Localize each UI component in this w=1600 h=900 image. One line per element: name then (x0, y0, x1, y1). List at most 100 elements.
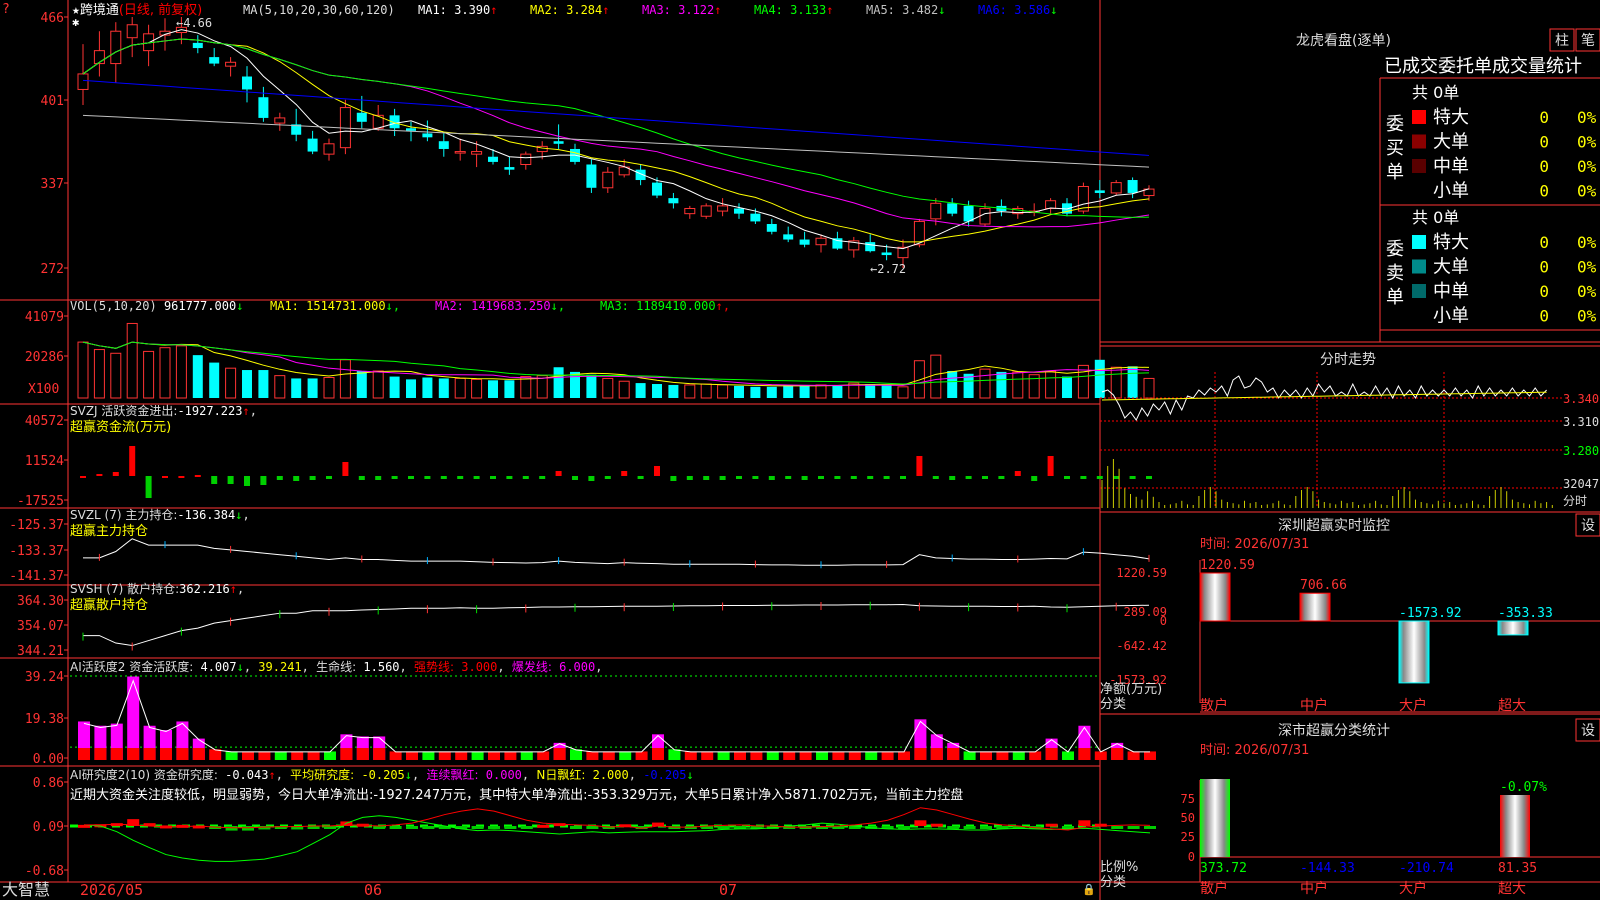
fund-flow-bar (457, 476, 464, 479)
net-amount-label: 1220.59 (1200, 558, 1255, 573)
candle-down (488, 156, 498, 162)
net-amount-label: 706.66 (1300, 578, 1347, 593)
research-bar (1045, 823, 1058, 827)
candle-up (93, 50, 105, 65)
ma-legend-item: MA5: 3.482↓ (866, 3, 945, 17)
volume-bar-up (126, 322, 138, 399)
realtime-monitor-panel[interactable]: 深圳超赢实时监控 设 时间: 2026/07/31 1220.59289.090… (1100, 513, 1600, 714)
fund-flow-bar (145, 476, 152, 498)
net-amount-bar (1398, 620, 1430, 684)
ma-line (82, 38, 1150, 218)
volume-bar-down (438, 378, 449, 398)
volume-bar-up (274, 375, 286, 399)
activity-bar-base (356, 748, 369, 760)
activity-bar (438, 751, 451, 760)
y-tick-label: 0.09 (33, 820, 64, 835)
candle-up (684, 207, 696, 215)
intraday-panel[interactable]: 分时走势 3.340 3.310 3.280 32047 分时 (1100, 352, 1599, 508)
fund-flow-bar (801, 476, 808, 480)
volume-legend-item: MA1: 1514731.000↓, (270, 299, 400, 313)
side-label: 卖 (1386, 263, 1404, 284)
date-label-2: 06 (364, 881, 382, 899)
volume-bar-up (520, 376, 532, 399)
volume-bar-down (668, 384, 679, 398)
activity-bar (996, 751, 1009, 760)
side-label: 委 (1386, 239, 1404, 260)
class-settings-label: 设 (1581, 723, 1595, 739)
volume-bar-down (389, 376, 400, 398)
y-tick-label: 354.07 (17, 619, 64, 634)
fund-flow-bar (309, 476, 316, 480)
fund-flow-panel[interactable]: SVZJ 活跃资金进出:-1927.223↑, 超赢资金流(万元) (70, 403, 1152, 498)
activity-bar (291, 751, 304, 760)
volume-panel[interactable]: VOL(5,10,20) 961777.000↓ MA1: 1514731.00… (28, 299, 1155, 399)
candle-down (242, 76, 252, 90)
side-label: 买 (1386, 138, 1404, 159)
y-tick-label: -141.37 (9, 569, 64, 584)
date-label-3: 07 (719, 881, 737, 899)
order-category: 小单 (1433, 306, 1469, 327)
price-chart-panel[interactable]: ★跨境通(日线, 前复权) ✱ MA(5,10,20,30,60,120) MA… (72, 2, 1155, 276)
order-color-swatch (1412, 284, 1426, 298)
volume-bar-up (684, 384, 696, 399)
ma-legend-item: MA3: 3.122↑ (642, 3, 721, 17)
fund-flow-bar (178, 476, 185, 478)
fund-flow-bar (604, 476, 611, 479)
date-axis: 大智慧 2026/05 06 07 🔒 (2, 880, 1096, 899)
order-category: 大单 (1433, 132, 1469, 153)
vol-unit: X100 (28, 382, 59, 397)
monitor-title: 深圳超赢实时监控 (1278, 517, 1390, 534)
volume-bar-down (553, 367, 564, 398)
candle-down (652, 182, 662, 196)
volume-bar-up (454, 377, 466, 399)
ai-activity-panel[interactable]: AI活跃度2 资金活跃度: 4.007↓, 39.241, 生命线: 1.560… (70, 659, 1156, 760)
fund-flow-bar (916, 456, 923, 476)
column-view-label: 柱 (1555, 33, 1569, 49)
research-summary: 近期大资金关注度较低，明显弱势，今日大单净流出:-1927.247万元，其中特大… (70, 787, 963, 803)
candle-up (520, 153, 532, 165)
category-label: 超大 (1498, 881, 1526, 897)
retail-holding-panel[interactable]: SVSH (7) 散户持仓:362.216↑, 超赢散户持仓 (70, 581, 1150, 651)
candle-up (602, 171, 614, 189)
research-bar (242, 826, 254, 831)
activity-bar (307, 751, 320, 760)
class-x-label: 分类 (1100, 875, 1126, 890)
ma-line (82, 38, 1150, 228)
volume-bar-down (1127, 366, 1138, 398)
activity-bar (963, 751, 976, 760)
main-holding-panel[interactable]: SVZL (7) 主力持仓:-136.384↓, 超赢主力持仓 (70, 507, 1150, 569)
net-amount-label: -1573.92 (1399, 606, 1462, 621)
volume-bar-down (586, 374, 597, 398)
candle-up (471, 151, 483, 155)
monitor-y-tick: -642.42 (1116, 639, 1167, 653)
monitor-x-label: 分类 (1100, 697, 1126, 712)
fund-flow-bar (965, 476, 972, 479)
fund-flow-bar (982, 476, 988, 479)
volume-bar-down (881, 384, 892, 398)
lock-icon[interactable]: 🔒 (1082, 883, 1096, 896)
research-bar (930, 823, 943, 827)
activity-bar (406, 751, 418, 760)
order-color-swatch (1412, 134, 1426, 149)
svzl-title: SVZL (7) 主力持仓:-136.384↓, (70, 507, 250, 522)
fund-flow-bar (785, 476, 792, 479)
research-bar (717, 826, 730, 829)
volume-bar-down (832, 385, 843, 398)
ma-line (82, 114, 1150, 168)
fund-flow-bar (522, 476, 529, 479)
net-amount-bar (1497, 620, 1529, 636)
class-stats-panel[interactable]: 深市超赢分类统计 设 时间: 2026/07/31 75 50 25 0 比例%分类 -0… (1100, 718, 1600, 897)
y-tick-label: 364.30 (17, 594, 64, 609)
activity-bar (274, 751, 287, 760)
fund-flow-bar (326, 476, 332, 479)
fund-flow-bar (1113, 476, 1120, 479)
candle-up (454, 151, 466, 154)
ma-legend-item: MA1: 3.390↑ (418, 3, 497, 17)
research-avg-line (83, 815, 1151, 862)
ai-research-panel[interactable]: AI研究度2(10) 资金研究度: -0.043↑, 平均研究度: -0.205… (70, 767, 1156, 862)
volume-bar-down (734, 385, 744, 398)
y-tick-label: 20286 (25, 350, 64, 365)
volume-bar-down (488, 380, 498, 398)
class-y-tick: 25 (1181, 830, 1195, 844)
y-tick-label: 337 (41, 177, 64, 192)
